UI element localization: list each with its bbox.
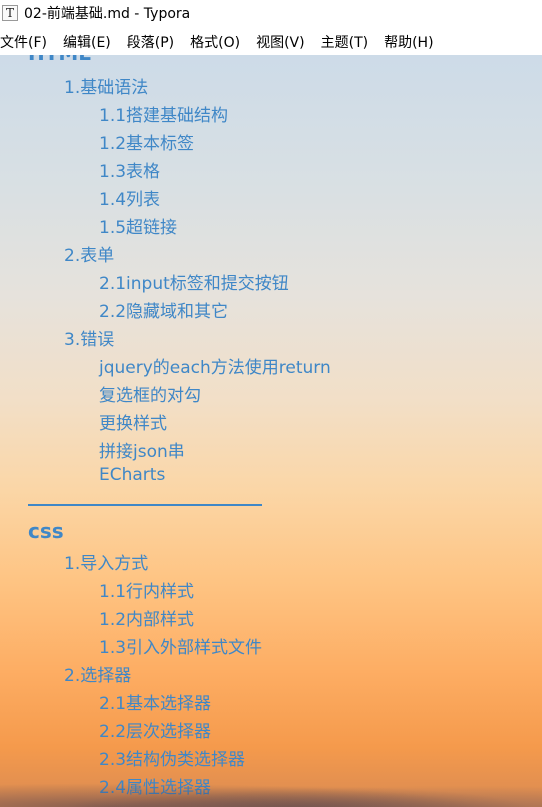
title-bar: T 02-前端基础.md - Typora: [0, 0, 542, 25]
horizontal-rule: [28, 504, 262, 506]
menu-file[interactable]: 文件(F): [0, 32, 47, 52]
menu-help[interactable]: 帮助(H): [384, 32, 433, 52]
outline-link[interactable]: 2.2层次选择器: [99, 717, 211, 742]
cloud-background: [0, 779, 542, 807]
outline-link[interactable]: 1.2内部样式: [99, 605, 194, 630]
outline-link[interactable]: 1.4列表: [99, 185, 160, 210]
outline-link[interactable]: 1.1行内样式: [99, 577, 194, 602]
outline-link[interactable]: 复选框的对勾: [99, 381, 201, 406]
menu-edit[interactable]: 编辑(E): [63, 32, 111, 52]
outline-link[interactable]: 2.表单: [64, 241, 114, 266]
outline-link[interactable]: 1.导入方式: [64, 549, 148, 574]
outline-link[interactable]: 1.1搭建基础结构: [99, 101, 228, 126]
outline-link[interactable]: 2.3结构伪类选择器: [99, 745, 245, 770]
html-heading[interactable]: HTML: [28, 55, 91, 65]
outline-link[interactable]: 1.3引入外部样式文件: [99, 633, 262, 658]
outline-link[interactable]: 2.2隐藏域和其它: [99, 297, 228, 322]
outline-link[interactable]: 1.2基本标签: [99, 129, 194, 154]
menu-theme[interactable]: 主题(T): [321, 32, 368, 52]
outline-link[interactable]: 更换样式: [99, 409, 167, 434]
outline-link[interactable]: 1.5超链接: [99, 213, 177, 238]
outline-link[interactable]: 2.1input标签和提交按钮: [99, 269, 289, 294]
menu-format[interactable]: 格式(O): [190, 32, 240, 52]
outline-link[interactable]: jquery的each方法使用return: [99, 353, 331, 378]
menu-bar: 文件(F) 编辑(E) 段落(P) 格式(O) 视图(V) 主题(T) 帮助(H…: [0, 29, 542, 55]
document-editor[interactable]: HTML 1.基础语法 1.1搭建基础结构 1.2基本标签 1.3表格 1.4列…: [0, 55, 542, 807]
menu-paragraph[interactable]: 段落(P): [127, 32, 174, 52]
outline-link[interactable]: 1.3表格: [99, 157, 160, 182]
outline-link[interactable]: 拼接json串: [99, 437, 185, 462]
outline-link[interactable]: 3.错误: [64, 325, 114, 350]
outline-link[interactable]: ECharts: [99, 465, 165, 485]
outline-link[interactable]: 2.选择器: [64, 661, 131, 686]
typora-app-icon: T: [2, 4, 18, 21]
window-title: 02-前端基础.md - Typora: [24, 5, 191, 22]
outline-link[interactable]: 1.基础语法: [64, 73, 148, 98]
menu-view[interactable]: 视图(V): [256, 32, 305, 52]
css-heading[interactable]: css: [28, 519, 64, 543]
outline-link[interactable]: 2.1基本选择器: [99, 689, 211, 714]
